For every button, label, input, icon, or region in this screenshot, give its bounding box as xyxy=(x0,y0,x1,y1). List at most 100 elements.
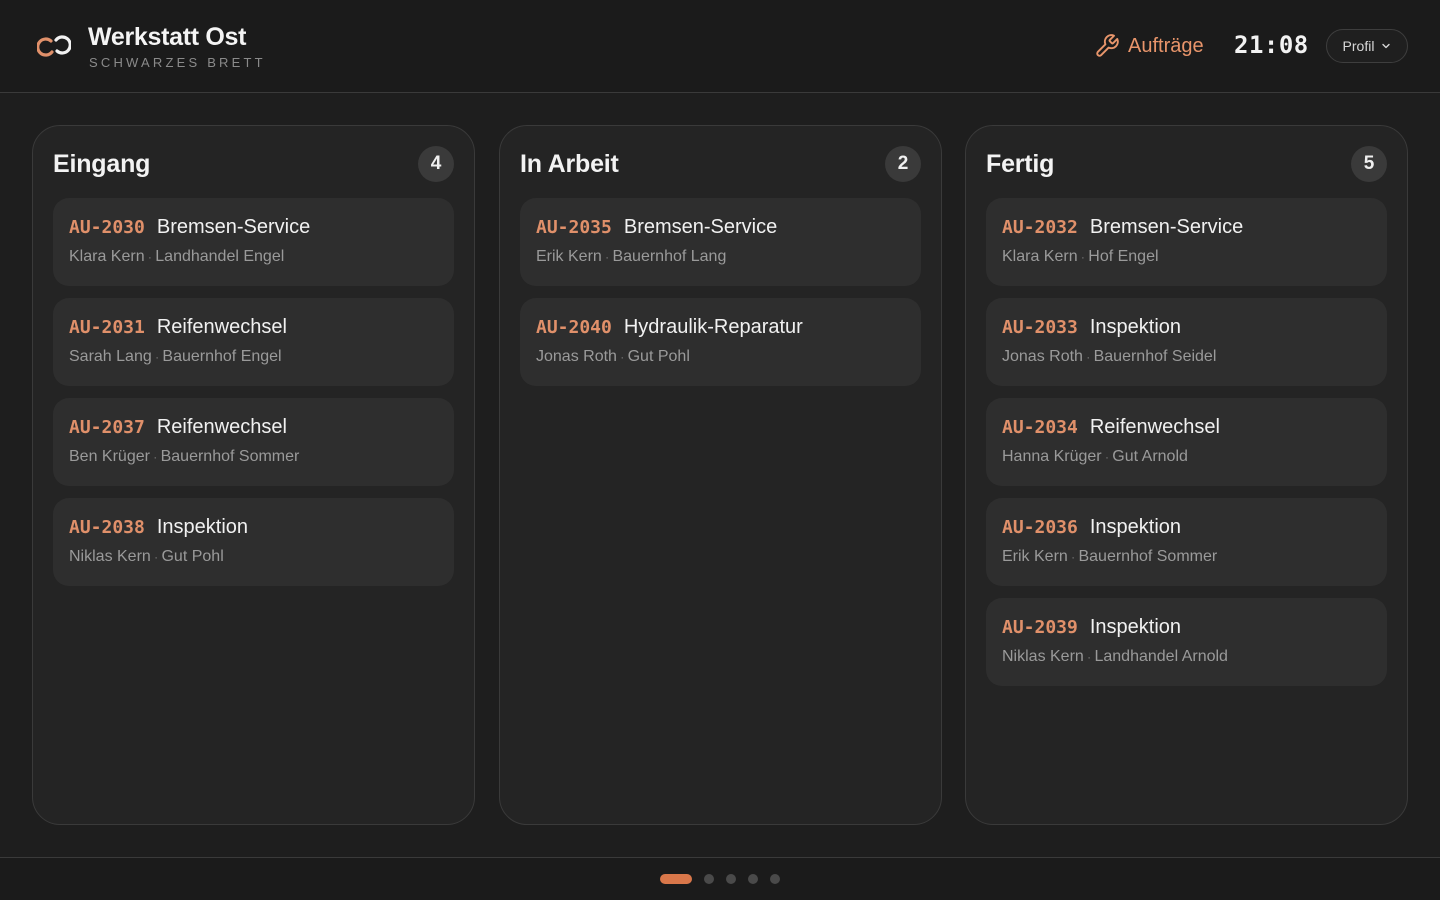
job-meta: Sarah Lang · Bauernhof Engel xyxy=(69,348,282,366)
job-card-header: AU-2030 Bremsen-Service xyxy=(69,216,310,239)
job-person: Klara Kern xyxy=(69,248,145,265)
job-card-header: AU-2033 Inspektion xyxy=(1002,316,1181,339)
profile-label: Profil xyxy=(1342,38,1375,54)
job-card[interactable]: AU-2037 Reifenwechsel Ben Krüger · Bauernh… xyxy=(53,398,454,486)
app-title: Werkstatt Ost xyxy=(88,23,247,51)
job-card[interactable]: AU-2034 Reifenwechsel Hanna Krüger · Gut A… xyxy=(986,398,1387,486)
clock: 21:08 xyxy=(1234,31,1309,59)
job-card[interactable]: AU-2032 Bremsen-Service Klara Kern · Hof E… xyxy=(986,198,1387,286)
job-title: Inspektion xyxy=(1089,516,1182,538)
profile-button[interactable]: Profil xyxy=(1326,29,1408,63)
job-person: Klara Kern xyxy=(1002,248,1078,265)
job-card[interactable]: AU-2038 Inspektion Niklas Kern · Gut Pohl xyxy=(53,498,454,586)
meta-separator: · xyxy=(1083,650,1095,664)
job-id: AU-2031 xyxy=(69,317,145,338)
page-indicator xyxy=(660,874,780,884)
job-person: Ben Krüger xyxy=(69,448,150,465)
job-card[interactable]: AU-2039 Inspektion Niklas Kern · Landhande… xyxy=(986,598,1387,686)
meta-separator: · xyxy=(149,450,161,464)
job-id: AU-2033 xyxy=(1002,317,1078,338)
column-title: In Arbeit xyxy=(520,150,619,178)
wrench-icon xyxy=(1096,34,1119,57)
card-list: AU-2032 Bremsen-Service Klara Kern · Hof E… xyxy=(986,198,1387,686)
job-customer: Gut Arnold xyxy=(1112,448,1188,465)
nav-auftraege-label: Aufträge xyxy=(1128,34,1204,57)
job-meta: Erik Kern · Bauernhof Lang xyxy=(536,248,726,266)
job-customer: Landhandel Arnold xyxy=(1094,648,1228,665)
chevron-down-icon xyxy=(1382,43,1391,49)
job-id: AU-2030 xyxy=(69,217,145,238)
job-title: Hydraulik-Reparatur xyxy=(623,316,803,338)
column-title: Fertig xyxy=(986,150,1055,178)
job-title: Inspektion xyxy=(156,516,249,538)
job-card[interactable]: AU-2030 Bremsen-Service Klara Kern · Landh… xyxy=(53,198,454,286)
job-title: Reifenwechsel xyxy=(1089,416,1220,438)
job-card[interactable]: AU-2035 Bremsen-Service Erik Kern · Bauern… xyxy=(520,198,921,286)
job-customer: Bauernhof Sommer xyxy=(160,448,300,465)
job-customer: Hof Engel xyxy=(1088,248,1159,265)
app-header: Werkstatt Ost SCHWARZES BRETT Aufträge 2… xyxy=(0,0,1440,93)
job-id: AU-2037 xyxy=(69,417,145,438)
job-id: AU-2036 xyxy=(1002,517,1078,538)
job-id: AU-2040 xyxy=(536,317,612,338)
column-title: Eingang xyxy=(53,150,151,178)
meta-separator: · xyxy=(1067,550,1079,564)
job-card-header: AU-2032 Bremsen-Service xyxy=(1002,216,1243,239)
job-meta: Jonas Roth · Bauernhof Seidel xyxy=(1002,348,1216,366)
job-id: AU-2038 xyxy=(69,517,145,538)
column-in-arbeit: In Arbeit 2 AU-2035 Bremsen-Service Erik K… xyxy=(499,125,942,825)
job-card-header: AU-2035 Bremsen-Service xyxy=(536,216,777,239)
job-card-header: AU-2037 Reifenwechsel xyxy=(69,416,287,439)
card-list: AU-2030 Bremsen-Service Klara Kern · Landh… xyxy=(53,198,454,586)
job-title: Inspektion xyxy=(1089,316,1182,338)
meta-separator: · xyxy=(151,350,163,364)
job-card[interactable]: AU-2036 Inspektion Erik Kern · Bauernhof S… xyxy=(986,498,1387,586)
job-customer: Bauernhof Lang xyxy=(612,248,727,265)
job-meta: Jonas Roth · Gut Pohl xyxy=(536,348,690,366)
job-customer: Landhandel Engel xyxy=(155,248,285,265)
job-title: Bremsen-Service xyxy=(1089,216,1244,238)
page-dot[interactable] xyxy=(726,874,736,884)
job-meta: Ben Krüger · Bauernhof Sommer xyxy=(69,448,299,466)
card-list: AU-2035 Bremsen-Service Erik Kern · Bauern… xyxy=(520,198,921,386)
job-person: Jonas Roth xyxy=(1002,348,1083,365)
job-title: Bremsen-Service xyxy=(156,216,311,238)
job-person: Niklas Kern xyxy=(1002,648,1084,665)
job-customer: Bauernhof Sommer xyxy=(1078,548,1218,565)
job-meta: Klara Kern · Landhandel Engel xyxy=(69,248,284,266)
job-customer: Gut Pohl xyxy=(161,548,224,565)
job-person: Jonas Roth xyxy=(536,348,617,365)
job-meta: Klara Kern · Hof Engel xyxy=(1002,248,1159,266)
job-card[interactable]: AU-2033 Inspektion Jonas Roth · Bauernhof … xyxy=(986,298,1387,386)
job-person: Erik Kern xyxy=(536,248,602,265)
job-id: AU-2032 xyxy=(1002,217,1078,238)
job-customer: Bauernhof Seidel xyxy=(1093,348,1217,365)
meta-separator: · xyxy=(601,250,613,264)
page-dot[interactable] xyxy=(748,874,758,884)
job-meta: Erik Kern · Bauernhof Sommer xyxy=(1002,548,1217,566)
job-person: Hanna Krüger xyxy=(1002,448,1102,465)
link-logo-icon xyxy=(37,35,71,57)
job-card-header: AU-2040 Hydraulik-Reparatur xyxy=(536,316,803,339)
job-card-header: AU-2034 Reifenwechsel xyxy=(1002,416,1220,439)
page-dot[interactable] xyxy=(704,874,714,884)
job-person: Niklas Kern xyxy=(69,548,151,565)
job-title: Reifenwechsel xyxy=(156,316,287,338)
meta-separator: · xyxy=(1077,250,1089,264)
job-person: Sarah Lang xyxy=(69,348,152,365)
job-meta: Hanna Krüger · Gut Arnold xyxy=(1002,448,1188,466)
job-id: AU-2035 xyxy=(536,217,612,238)
page-dot-active[interactable] xyxy=(660,874,692,884)
job-title: Bremsen-Service xyxy=(623,216,778,238)
column-count-badge: 5 xyxy=(1351,146,1387,182)
job-card[interactable]: AU-2031 Reifenwechsel Sarah Lang · Bauernh… xyxy=(53,298,454,386)
meta-separator: · xyxy=(150,550,162,564)
job-title: Reifenwechsel xyxy=(156,416,287,438)
page-dot[interactable] xyxy=(770,874,780,884)
job-meta: Niklas Kern · Landhandel Arnold xyxy=(1002,648,1228,666)
job-card[interactable]: AU-2040 Hydraulik-Reparatur Jonas Roth · G… xyxy=(520,298,921,386)
nav-auftraege-link[interactable]: Aufträge xyxy=(1094,32,1204,60)
job-customer: Gut Pohl xyxy=(627,348,690,365)
app-subtitle: SCHWARZES BRETT xyxy=(89,55,266,70)
meta-separator: · xyxy=(1101,450,1113,464)
